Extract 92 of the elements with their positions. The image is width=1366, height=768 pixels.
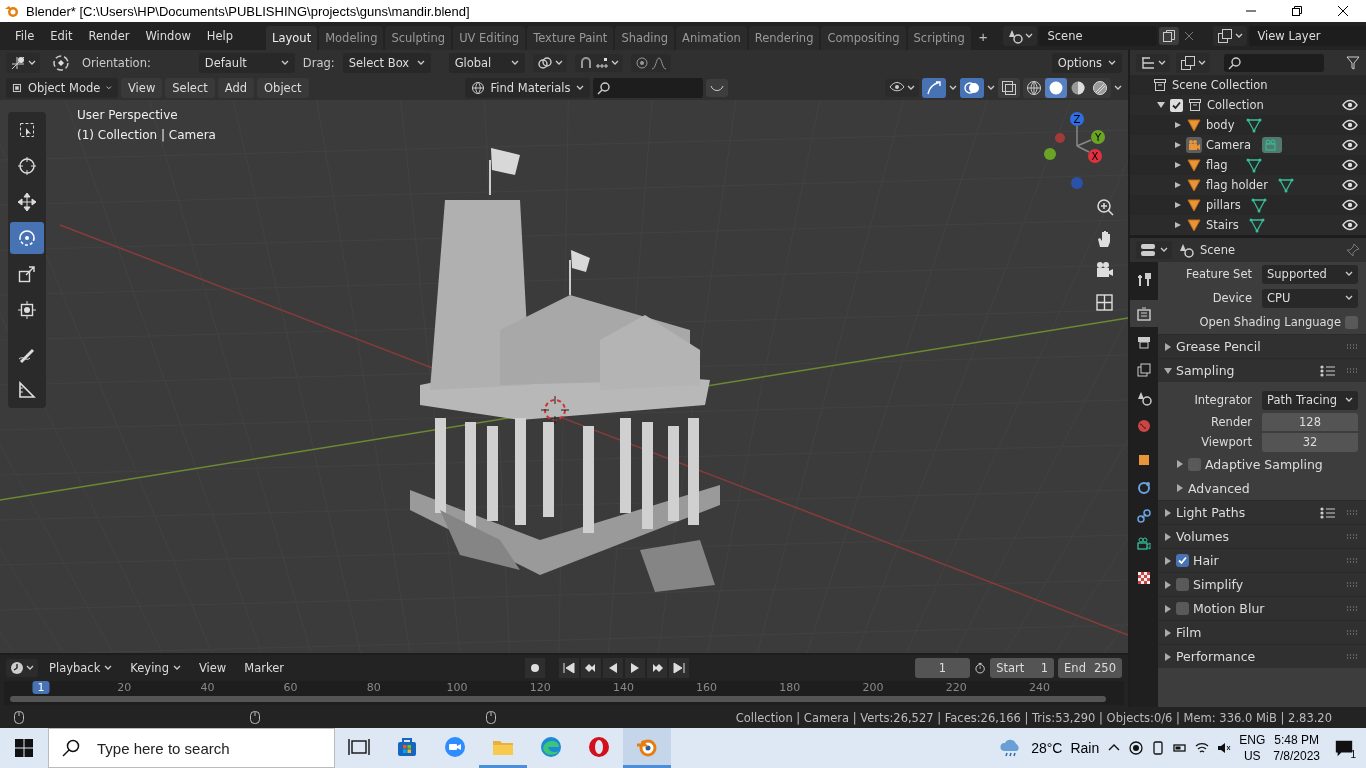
outliner-item[interactable]: Scene Collection [1172, 78, 1268, 92]
outliner-item[interactable]: flag holder [1206, 178, 1268, 192]
language-text[interactable]: ENG [1239, 732, 1266, 748]
workspace-tab[interactable]: Sculpting [385, 26, 452, 50]
viewport-info-text: User Perspective [77, 108, 179, 122]
number-field[interactable]: 128 [1262, 412, 1358, 432]
number-field[interactable]: 32 [1262, 432, 1358, 452]
axis-handle[interactable]: X [1088, 149, 1102, 163]
panel-header[interactable]: Volumes [1176, 529, 1229, 544]
transform-orientation-dropdown[interactable]: Global [448, 52, 525, 73]
scene-name-field[interactable]: Scene [1039, 26, 1158, 46]
end-frame-field[interactable]: End 250 [1058, 658, 1122, 678]
viewport-menu[interactable]: Object [257, 77, 309, 98]
context-breadcrumb: Scene [1200, 243, 1236, 257]
workspace-tab[interactable]: Animation [676, 26, 747, 50]
weather-text: Rain [1070, 740, 1100, 756]
window-title: Blender* [C:\Users\HP\Documents\PUBLISHING\projects\guns\mandir.blend] [26, 3, 471, 19]
current-frame-field[interactable]: 1 [915, 658, 970, 678]
panel-header[interactable]: Film [1176, 625, 1202, 640]
axis-handle[interactable]: Y [1091, 130, 1105, 144]
workspace-tab[interactable]: Scripting [907, 26, 971, 50]
property-dropdown[interactable]: CPU [1262, 288, 1358, 308]
clock-time[interactable]: 5:48 PM [1274, 732, 1319, 748]
frame-number: 120 [529, 681, 551, 694]
workspace-tab[interactable]: Shading [615, 26, 675, 50]
viewport-menu[interactable]: Add [217, 77, 255, 98]
menu-item[interactable]: Help [199, 26, 241, 46]
axis-handle[interactable]: Z [1070, 112, 1084, 126]
workspace-tab[interactable]: Texture Paint [527, 26, 614, 50]
property-dropdown[interactable]: Path Tracing [1262, 390, 1358, 410]
menu-item[interactable]: Window [138, 26, 198, 46]
mode-dropdown[interactable]: Object Mode [6, 77, 118, 98]
workspace-tab[interactable]: Rendering [748, 26, 820, 50]
field-label: Device [1211, 291, 1253, 305]
outliner-item[interactable]: Stairs [1206, 218, 1239, 232]
viewport-info-text: (1) Collection | Camera [77, 128, 216, 142]
notifications-button[interactable]: 1 [1328, 732, 1360, 764]
workspace-tab[interactable]: Modeling [319, 26, 384, 50]
frame-number: 240 [1028, 681, 1050, 694]
outliner-item[interactable]: body [1206, 118, 1236, 132]
menu-item[interactable]: Render [81, 26, 137, 46]
panel-header[interactable]: Simplify [1193, 577, 1244, 592]
outliner-item[interactable]: pillars [1206, 198, 1241, 212]
panel-header[interactable]: Sampling [1176, 363, 1235, 378]
clock-date[interactable]: 7/8/2023 [1273, 748, 1320, 764]
frame-number: 20 [117, 681, 132, 694]
viewport-menu[interactable]: View [121, 77, 163, 98]
orientation-dropdown[interactable]: Default [198, 52, 295, 73]
outliner-item[interactable]: flag [1206, 158, 1236, 172]
frame-number: 80 [366, 681, 381, 694]
timeline-menu[interactable]: Playback [42, 658, 120, 678]
frame-number: 60 [283, 681, 298, 694]
frame-number: 100 [446, 681, 468, 694]
frame-number: 180 [779, 681, 801, 694]
start-frame-field[interactable]: Start 1 [990, 658, 1055, 678]
options-dropdown[interactable]: Options [1051, 52, 1122, 73]
frame-number: 200 [862, 681, 884, 694]
workspace-tab[interactable]: Compositing [821, 26, 906, 50]
panel-header[interactable]: Adaptive Sampling [1205, 456, 1323, 472]
menu-item[interactable]: File [8, 26, 42, 46]
outliner-item[interactable]: Collection [1207, 98, 1264, 112]
outliner-item[interactable]: Camera [1206, 138, 1252, 152]
panel-header[interactable]: Hair [1193, 553, 1219, 568]
temperature-text: 28°C [1031, 740, 1063, 756]
panel-header[interactable]: Advanced [1188, 480, 1250, 496]
workspace-tab[interactable]: UV Editing [453, 26, 526, 50]
frame-number: 140 [612, 681, 634, 694]
frame-number: 160 [696, 681, 718, 694]
frame-number: 220 [945, 681, 967, 694]
menu-item[interactable]: Edit [43, 26, 80, 46]
taskbar-search-field[interactable]: Type here to search [48, 728, 335, 768]
status-text: Collection | Camera | Verts:26,527 | Faces:26,166 | Tris:53,290 | Objects:0/6 | Mem: 336.0 MiB | 2.83.20 [735, 710, 1332, 725]
property-dropdown[interactable]: Supported [1262, 264, 1358, 284]
timeline-menu[interactable]: Marker [237, 658, 291, 678]
checkbox-label: Open Shading Language [1198, 315, 1341, 329]
workspace-tab[interactable]: Layout [266, 26, 318, 50]
drag-dropdown[interactable]: Select Box [342, 52, 431, 73]
view-layer-name-field[interactable]: View Layer [1249, 26, 1366, 46]
viewport-menu[interactable]: Select [165, 77, 215, 98]
find-materials-dropdown[interactable]: Find Materials [464, 77, 591, 98]
field-label: Feature Set [1185, 267, 1253, 281]
field-label: Integrator [1193, 393, 1253, 407]
drag-label: Drag: [302, 55, 335, 70]
frame-number: 40 [200, 681, 215, 694]
timeline-menu[interactable]: Keying [123, 658, 188, 678]
add-workspace-button[interactable]: + [972, 27, 994, 45]
region-text[interactable]: US [1243, 748, 1261, 764]
orientation-label: Orientation: [82, 55, 151, 70]
field-label: Viewport [1200, 435, 1253, 449]
field-label: Render [1210, 415, 1253, 429]
timeline-menu[interactable]: View [191, 658, 234, 678]
current-frame-marker: 1 [32, 681, 50, 694]
